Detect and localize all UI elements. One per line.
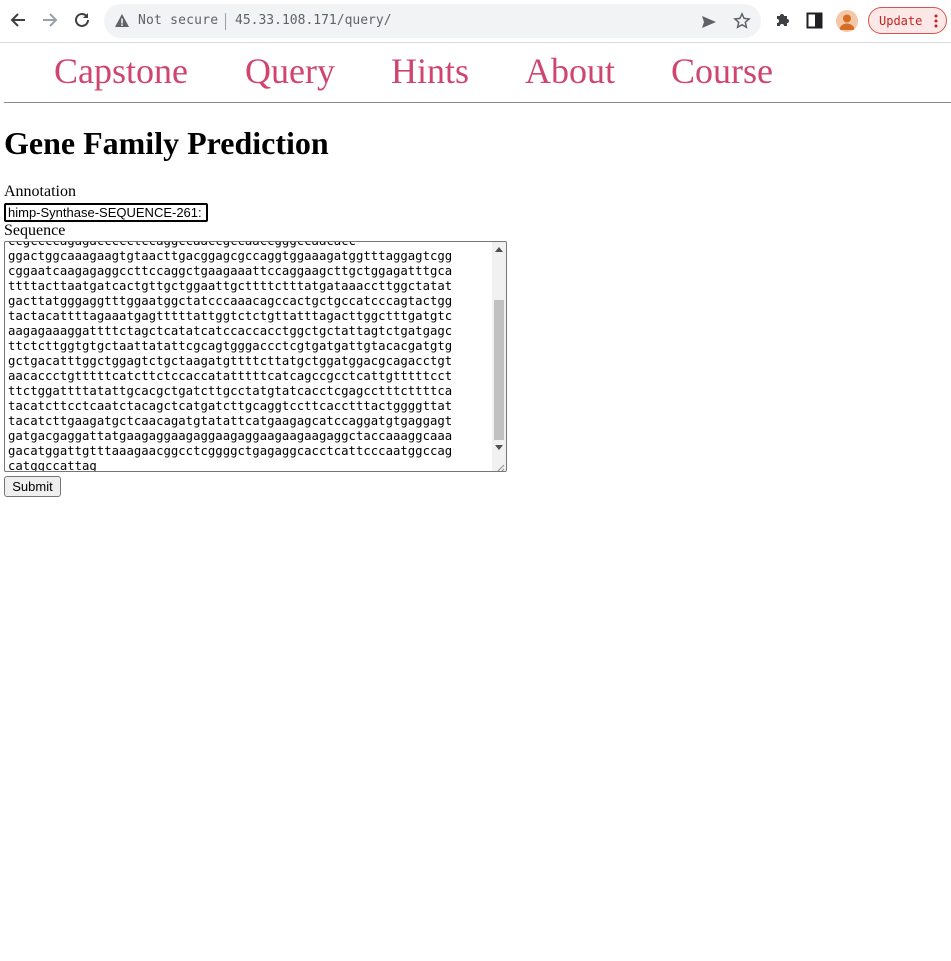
annotation-input[interactable] [4, 203, 208, 222]
nav-link-about[interactable]: About [525, 50, 615, 92]
back-arrow-icon[interactable] [7, 9, 29, 31]
warning-icon[interactable] [114, 13, 130, 29]
divider [225, 13, 226, 30]
nav-link-course[interactable]: Course [671, 50, 773, 92]
sequence-text[interactable]: ccgccccagagaccccctccaggccaaccgccaaccgggc… [8, 242, 452, 471]
nav-link-capstone[interactable]: Capstone [54, 50, 188, 92]
sequence-label: Sequence [4, 222, 66, 239]
security-status[interactable]: Not secure [138, 13, 218, 28]
send-icon[interactable] [700, 13, 718, 31]
profile-avatar[interactable] [836, 10, 858, 32]
sequence-textarea[interactable]: ccgccccagagaccccctccaggccaaccgccaaccgggc… [4, 241, 507, 472]
puzzle-icon[interactable] [774, 11, 792, 29]
sequence-scrollbar[interactable] [492, 242, 506, 471]
url-text[interactable]: 45.33.108.171/query/ [235, 13, 392, 28]
resize-handle-icon[interactable] [495, 460, 505, 471]
update-button[interactable]: Update [868, 7, 947, 34]
nav-link-hints[interactable]: Hints [391, 50, 469, 92]
address-bar[interactable]: Not secure 45.33.108.171/query/ [104, 4, 761, 38]
update-label: Update [879, 13, 923, 28]
page-title: Gene Family Prediction [4, 125, 329, 161]
scroll-thumb[interactable] [494, 300, 504, 440]
browser-toolbar: Not secure 45.33.108.171/query/ Update [0, 0, 951, 43]
star-icon[interactable] [733, 11, 751, 30]
scroll-down-arrow-icon[interactable] [495, 445, 503, 450]
forward-arrow-icon[interactable] [39, 9, 61, 31]
nav-link-query[interactable]: Query [245, 50, 335, 92]
annotation-label: Annotation [4, 183, 76, 200]
more-vert-icon[interactable] [934, 14, 938, 28]
nav-divider [4, 102, 951, 103]
submit-button[interactable]: Submit [4, 476, 61, 497]
reload-icon[interactable] [71, 9, 93, 31]
scroll-up-arrow-icon[interactable] [495, 247, 503, 252]
side-panel-icon[interactable] [806, 12, 823, 29]
